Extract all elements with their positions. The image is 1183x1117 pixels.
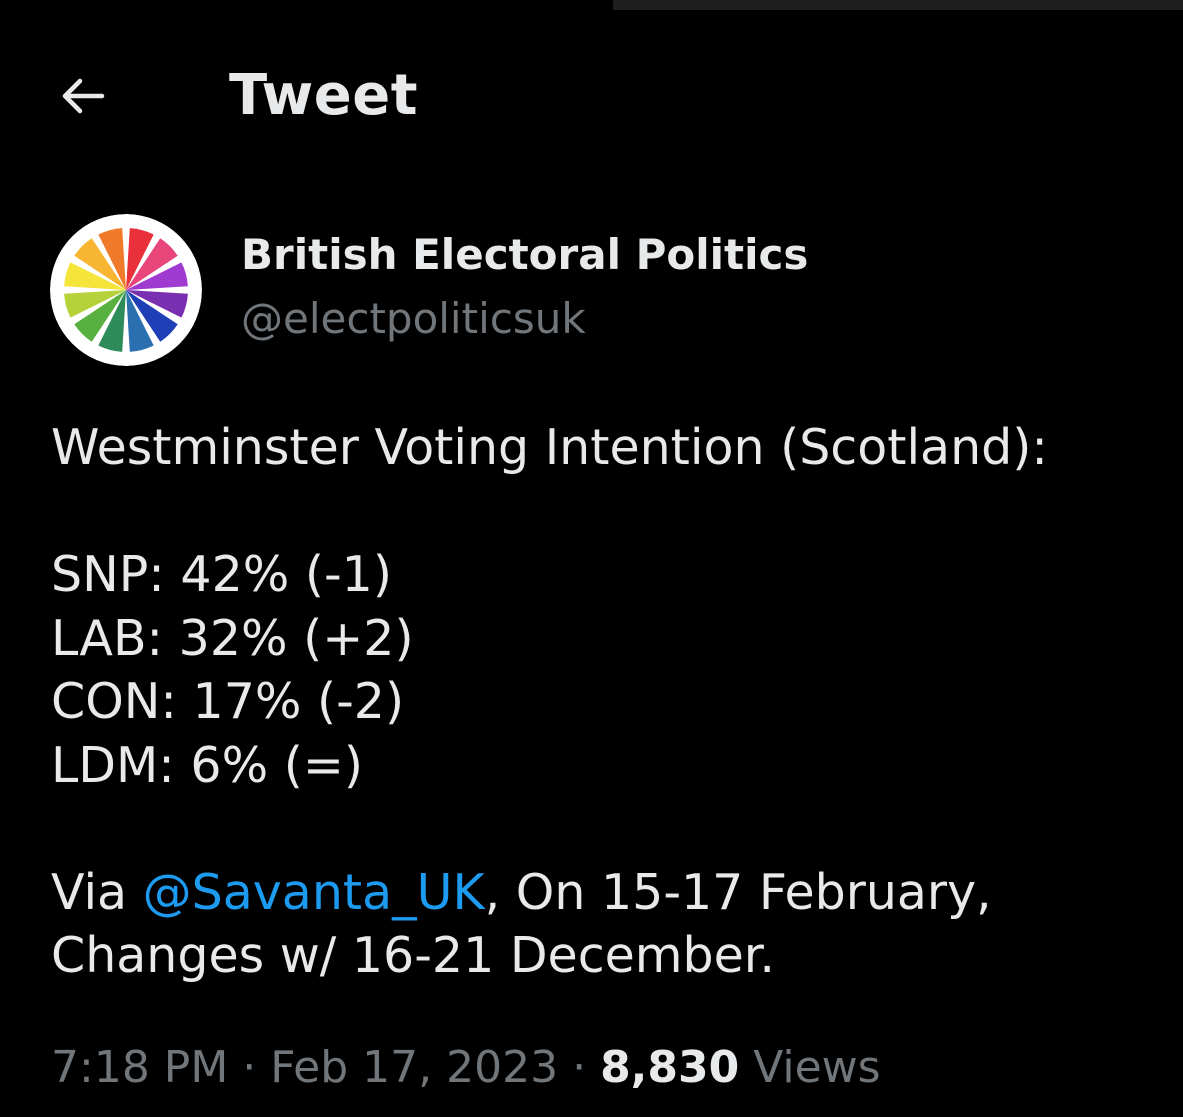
avatar[interactable]: [50, 214, 202, 366]
arrow-left-icon: [56, 70, 108, 122]
tweet-text: Westminster Voting Intention (Scotland):…: [51, 416, 1161, 988]
views-count[interactable]: 8,830: [600, 1042, 739, 1093]
back-button[interactable]: [50, 64, 114, 128]
colored-pinwheel-logo: [50, 214, 202, 366]
tweet-author: British Electoral Politics @electpolitic…: [50, 214, 1150, 370]
result-line-con: CON: 17% (-2): [51, 673, 405, 730]
top-status-strip: [613, 0, 1183, 10]
via-prefix: Via: [51, 863, 143, 921]
meta-separator: ·: [558, 1042, 601, 1093]
result-line-ldm: LDM: 6% (=): [51, 736, 363, 794]
tweet-meta: 7:18 PM · Feb 17, 2023 · 8,830 Views: [51, 1038, 881, 1098]
header: Tweet: [0, 58, 1183, 134]
changes-line: Changes w/ 16-21 December.: [51, 927, 775, 984]
mention-link[interactable]: @Savanta_UK: [143, 864, 485, 921]
views-label[interactable]: Views: [739, 1042, 880, 1093]
page-title: Tweet: [229, 63, 419, 128]
result-line-snp: SNP: 42% (-1): [51, 546, 392, 603]
author-display-name[interactable]: British Electoral Politics: [241, 228, 808, 282]
meta-separator: ·: [228, 1042, 271, 1093]
source-line: Via @Savanta_UK, On 15-17 February,: [51, 861, 1161, 925]
author-handle[interactable]: @electpoliticsuk: [241, 292, 586, 346]
tweet-date[interactable]: Feb 17, 2023: [270, 1042, 558, 1093]
result-line-lab: LAB: 32% (+2): [51, 609, 414, 667]
via-suffix: , On 15-17 February,: [484, 863, 992, 921]
tweet-heading: Westminster Voting Intention (Scotland):: [51, 419, 1048, 476]
tweet-time[interactable]: 7:18 PM: [51, 1042, 228, 1093]
